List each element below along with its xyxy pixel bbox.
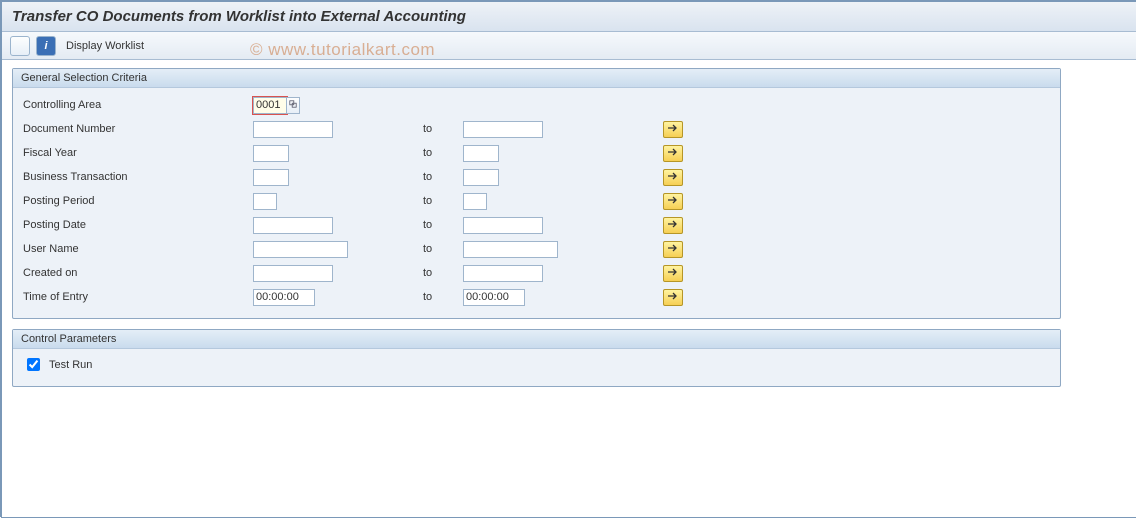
info-icon: i [44,40,47,52]
multi-select-user-name[interactable] [663,241,683,258]
label-time-of-entry: Time of Entry [23,291,253,303]
input-controlling-area[interactable] [253,97,287,114]
label-test-run[interactable]: Test Run [49,359,92,371]
execute-button[interactable] [10,36,30,56]
to-label: to [423,123,463,135]
input-posting-date-from[interactable] [253,217,333,234]
input-fiscal-year-to[interactable] [463,145,499,162]
input-posting-date-to[interactable] [463,217,543,234]
to-label: to [423,147,463,159]
arrow-right-icon [667,219,679,232]
input-user-name-from[interactable] [253,241,348,258]
arrow-right-icon [667,171,679,184]
group-control-title: Control Parameters [13,330,1060,349]
label-posting-date: Posting Date [23,219,253,231]
label-created-on: Created on [23,267,253,279]
group-general-selection: General Selection Criteria Controlling A… [12,68,1061,319]
arrow-right-icon [667,291,679,304]
arrow-right-icon [667,195,679,208]
checkbox-test-run[interactable] [27,358,40,371]
group-control-parameters: Control Parameters Test Run [12,329,1061,387]
input-created-on-from[interactable] [253,265,333,282]
to-label: to [423,171,463,183]
arrow-right-icon [667,147,679,160]
multi-select-business-transaction[interactable] [663,169,683,186]
input-document-number-from[interactable] [253,121,333,138]
input-time-of-entry-from[interactable] [253,289,315,306]
label-controlling-area: Controlling Area [23,99,253,111]
group-general-title: General Selection Criteria [13,69,1060,88]
arrow-right-icon [667,123,679,136]
search-help-icon [289,99,297,111]
to-label: to [423,195,463,207]
toolbar: i Display Worklist [2,32,1136,60]
input-user-name-to[interactable] [463,241,558,258]
to-label: to [423,243,463,255]
label-user-name: User Name [23,243,253,255]
input-business-transaction-to[interactable] [463,169,499,186]
input-business-transaction-from[interactable] [253,169,289,186]
input-document-number-to[interactable] [463,121,543,138]
input-time-of-entry-to[interactable] [463,289,525,306]
multi-select-posting-period[interactable] [663,193,683,210]
information-button[interactable]: i [36,36,56,56]
multi-select-time-of-entry[interactable] [663,289,683,306]
arrow-right-icon [667,267,679,280]
multi-select-posting-date[interactable] [663,217,683,234]
input-posting-period-from[interactable] [253,193,277,210]
to-label: to [423,219,463,231]
input-posting-period-to[interactable] [463,193,487,210]
to-label: to [423,291,463,303]
multi-select-document-number[interactable] [663,121,683,138]
to-label: to [423,267,463,279]
label-posting-period: Posting Period [23,195,253,207]
label-business-transaction: Business Transaction [23,171,253,183]
input-created-on-to[interactable] [463,265,543,282]
label-fiscal-year: Fiscal Year [23,147,253,159]
arrow-right-icon [667,243,679,256]
page-title: Transfer CO Documents from Worklist into… [2,2,1136,32]
input-fiscal-year-from[interactable] [253,145,289,162]
f4-controlling-area[interactable] [286,97,300,114]
multi-select-fiscal-year[interactable] [663,145,683,162]
display-worklist-link[interactable]: Display Worklist [66,40,144,52]
label-document-number: Document Number [23,123,253,135]
multi-select-created-on[interactable] [663,265,683,282]
